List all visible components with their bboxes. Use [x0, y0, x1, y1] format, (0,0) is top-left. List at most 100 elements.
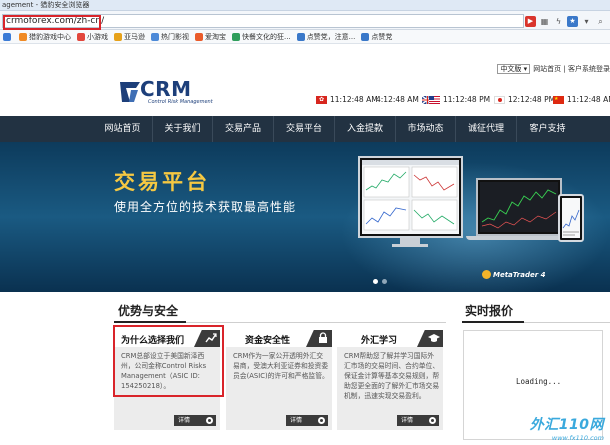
- arrow-circle-icon: [318, 417, 325, 424]
- favorite-icon: [296, 32, 305, 41]
- logo-text: CRM: [140, 77, 192, 101]
- fx110-watermark: 外汇110网 www.fx110.com: [530, 414, 604, 442]
- candlestick-chart-icon: [481, 189, 557, 229]
- jp-flag-icon: [494, 95, 505, 104]
- clock-time: 11:12:48 AM: [330, 95, 378, 104]
- hk-flag-icon: ✿: [316, 95, 327, 104]
- video-icon[interactable]: ▶: [525, 15, 536, 27]
- grid-icon[interactable]: ▦: [539, 16, 550, 27]
- details-label: 详情: [401, 417, 414, 424]
- favorite-item[interactable]: 小游戏: [77, 32, 108, 42]
- section-title-quotes: 实时报价: [465, 304, 514, 318]
- search-icon[interactable]: ⌕: [595, 16, 606, 27]
- card-header: 资金安全性: [226, 330, 332, 347]
- url-input[interactable]: crmoforex.com/zh-cn/: [2, 14, 524, 30]
- clock-time: 12:12:48 PM: [508, 95, 556, 104]
- chart-up-icon: [205, 332, 217, 344]
- address-bar-tools: ▶ ▦ ϟ ★ ▾ ⌕: [525, 14, 606, 28]
- clock-time: 11:12:48 PM: [443, 95, 491, 104]
- nav-item-support[interactable]: 客户支持: [517, 116, 578, 142]
- favorite-item[interactable]: 热门影视: [151, 32, 189, 42]
- nav-item-agents[interactable]: 诚征代理: [456, 116, 517, 142]
- logo-mark-icon: [120, 82, 140, 102]
- details-button[interactable]: 详情: [397, 415, 439, 426]
- favorite-item[interactable]: 快餐文化的狂...: [232, 32, 291, 42]
- logo-tagline: Control Risk Management: [148, 99, 213, 105]
- favorite-icon: [19, 32, 27, 41]
- watermark-main: 外汇110网: [529, 417, 604, 433]
- clock-beijing: ★ 11:12:48 AM: [553, 95, 610, 104]
- favorite-label: 爱淘宝: [205, 32, 226, 41]
- star-icon[interactable]: ★: [567, 15, 578, 27]
- card-header: 为什么选择我们: [114, 330, 220, 347]
- nav-item-platform[interactable]: 交易平台: [274, 116, 335, 142]
- language-select[interactable]: 中文版 ▾: [497, 64, 531, 74]
- arrow-circle-icon: [206, 417, 213, 424]
- clock-newyork: 11:12:48 PM: [429, 95, 490, 104]
- favorite-icon: [151, 32, 159, 41]
- loading-text: Loading...: [516, 377, 562, 386]
- window-title: agement - 猎豹安全浏览器: [0, 0, 610, 11]
- trading-chart-icon: [362, 160, 459, 231]
- trading-phone: [558, 194, 584, 242]
- nav-item-products[interactable]: 交易产品: [213, 116, 274, 142]
- favorite-item[interactable]: 点赞党: [361, 32, 392, 42]
- favorite-label: 点赞党，注意...: [306, 32, 356, 41]
- trading-monitor: [358, 156, 463, 238]
- favorite-label: 点赞党: [371, 32, 393, 41]
- monitor-base: [392, 244, 428, 247]
- section-divider-accent: [462, 321, 524, 323]
- favorite-label: 热门影视: [161, 32, 189, 41]
- card-title: 外汇学习: [361, 336, 398, 346]
- favorite-item[interactable]: 亚马逊: [114, 32, 145, 42]
- favorite-item[interactable]: 爱淘宝: [195, 32, 226, 42]
- details-button[interactable]: 详情: [286, 415, 328, 426]
- favorite-item[interactable]: [3, 32, 13, 41]
- favorite-icon: [195, 32, 203, 41]
- section-title-advantages: 优势与安全: [118, 304, 179, 318]
- banner-subtitle: 使用全方位的技术获取最高性能: [114, 200, 297, 214]
- nav-item-deposit[interactable]: 入金提款: [335, 116, 396, 142]
- favorite-icon: [361, 32, 370, 41]
- language-value: 中文版: [500, 65, 522, 73]
- card-fund-safety: 资金安全性 CRM作为一家公开透明外汇交易商，受澳大利亚证券和投资委员会(ASI…: [226, 330, 332, 430]
- card-title: 为什么选择我们: [121, 336, 185, 346]
- card-fx-learning: 外汇学习 CRM帮助您了解并学习国际外汇市场的交易时间、合约单位、保证金计算等基…: [337, 330, 443, 430]
- favorite-item[interactable]: 猎豹游戏中心: [19, 32, 71, 42]
- card-title: 资金安全性: [245, 336, 291, 346]
- carousel-dot[interactable]: [382, 279, 387, 284]
- banner-title: 交易平台: [114, 170, 210, 194]
- card-body: CRM作为一家公开透明外汇交易商，受澳大利亚证券和投资委员会(ASIC)的许可和…: [233, 352, 329, 380]
- arrow-circle-icon: [429, 417, 436, 424]
- graduation-cap-icon: [428, 332, 440, 344]
- top-links: 中文版 ▾ 网站首页 | 客户系统登录: [497, 64, 610, 74]
- card-body: CRM总部设立于美国新泽西州，公司金称Control Risks Managem…: [121, 352, 207, 390]
- favorite-label: 快餐文化的狂...: [242, 32, 291, 41]
- nav-item-about[interactable]: 关于我们: [153, 116, 213, 142]
- header-links[interactable]: 网站首页 | 客户系统登录: [533, 64, 610, 74]
- card-body: CRM帮助您了解并学习国际外汇市场的交易时间、合约单位、保证金计算等基本交易规则…: [344, 352, 440, 400]
- metatrader-label: MetaTrader 4: [493, 270, 546, 279]
- nav-item-market[interactable]: 市场动态: [396, 116, 456, 142]
- favorite-label: 亚马逊: [124, 32, 145, 41]
- favorite-item[interactable]: 点赞党，注意...: [296, 32, 356, 42]
- address-bar: crmoforex.com/zh-cn/ ▶ ▦ ϟ ★ ▾ ⌕: [0, 11, 610, 30]
- nav-item-home[interactable]: 网站首页: [93, 116, 153, 142]
- metatrader-logo-icon: [482, 270, 491, 279]
- watermark-url: www.fx110.com: [551, 434, 604, 442]
- lightning-icon[interactable]: ϟ: [553, 16, 564, 27]
- clock-london: 4:12:48 AM: [376, 95, 433, 104]
- us-flag-icon: [429, 95, 440, 104]
- card-why-us: 为什么选择我们 CRM总部设立于美国新泽西州，公司金称Control Risks…: [114, 330, 220, 430]
- dropdown-arrow-icon[interactable]: ▾: [581, 16, 592, 27]
- main-nav: 网站首页 关于我们 交易产品 交易平台 入金提款 市场动态 诚征代理 客户支持: [0, 116, 610, 142]
- carousel-dot[interactable]: [373, 279, 378, 284]
- hero-banner[interactable]: 交易平台 使用全方位的技术获取最高性能 MetaTrader 4: [0, 142, 610, 292]
- crm-logo[interactable]: CRM Control Risk Management: [118, 78, 218, 108]
- details-label: 详情: [178, 417, 191, 424]
- favorite-icon: [3, 32, 11, 41]
- details-button[interactable]: 详情: [174, 415, 216, 426]
- favorite-icon: [232, 32, 240, 41]
- favorites-bar: 猎豹游戏中心 小游戏 亚马逊 热门影视 爱淘宝 快餐文化的狂... 点赞党，注意... 点赞党: [0, 30, 610, 44]
- section-divider-accent: [114, 321, 186, 323]
